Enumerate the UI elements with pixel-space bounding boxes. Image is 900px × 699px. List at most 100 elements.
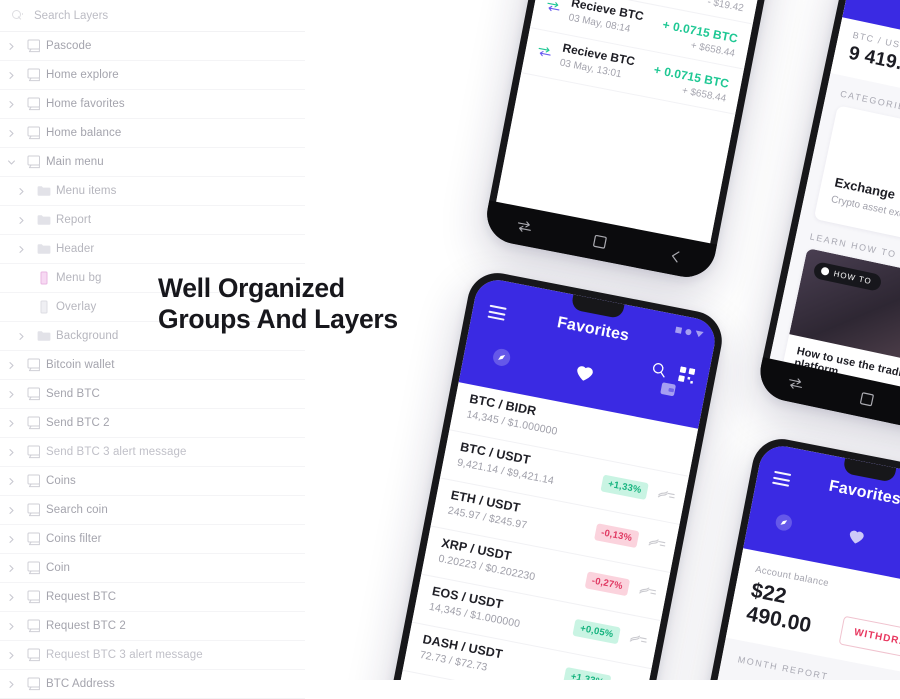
layer-row[interactable]: Request BTC 2 bbox=[0, 612, 305, 641]
layer-caret[interactable] bbox=[10, 245, 32, 254]
layer-caret[interactable] bbox=[0, 593, 22, 602]
list-item[interactable]: ETH / BTC0.026112 / $246.24-1,13% bbox=[393, 670, 643, 680]
layer-row[interactable]: Send BTC 2 bbox=[0, 409, 305, 438]
artboard-icon bbox=[27, 619, 40, 633]
layer-label: Pascode bbox=[46, 40, 92, 52]
table-row[interactable]: Recieve BTC 03 May, 13:01 + 0.0715 BTC + $6… bbox=[521, 27, 744, 115]
layer-row[interactable]: Pascode bbox=[0, 32, 305, 61]
header-actions[interactable] bbox=[649, 361, 696, 389]
layer-row[interactable]: Search coin bbox=[0, 496, 305, 525]
layer-row[interactable]: Send BTC bbox=[0, 380, 305, 409]
video-title: How to use the trading platform bbox=[793, 344, 900, 382]
layer-row[interactable]: Menu items bbox=[0, 177, 305, 206]
row-right: -0,27% bbox=[584, 564, 659, 601]
chevron-right-icon bbox=[8, 390, 14, 398]
hamburger-icon[interactable] bbox=[771, 470, 792, 490]
layer-caret[interactable] bbox=[0, 506, 22, 515]
artboard-icon bbox=[27, 648, 40, 662]
layer-row[interactable]: Send BTC 3 alert message bbox=[0, 438, 305, 467]
balance-title: Favorites bbox=[827, 477, 900, 509]
transfer-icon bbox=[788, 378, 802, 389]
category-card-exchange[interactable]: B Exchange Crypto asset exchange bbox=[813, 105, 900, 255]
layer-caret[interactable] bbox=[0, 477, 22, 486]
layer-row[interactable]: Coins bbox=[0, 467, 305, 496]
folder-icon bbox=[37, 244, 51, 254]
layer-caret[interactable] bbox=[0, 129, 22, 138]
list-item[interactable]: DASH / USDT 72.73 / $72.73 +1,33% bbox=[402, 622, 652, 680]
layer-caret[interactable] bbox=[0, 158, 22, 167]
layer-caret[interactable] bbox=[0, 361, 22, 370]
layer-row[interactable]: BTC Address bbox=[0, 670, 305, 699]
android-nav-bar-exchange[interactable] bbox=[754, 357, 900, 440]
table-row[interactable]: Send BTC10 May, 11:15- 0.002109 BTC- $19… bbox=[538, 0, 762, 25]
list-item[interactable]: BTC / USDT 9,421.14 / $9,421.14 +1,33% bbox=[439, 430, 689, 525]
search-layers-row[interactable] bbox=[0, 0, 305, 32]
transaction-list[interactable]: Send BTC11 July, 17:05- 0.043010 BTC- $3… bbox=[490, 0, 788, 274]
layer-caret[interactable] bbox=[10, 187, 32, 196]
list-item[interactable]: BTC / BIDR 14,345 / $1.000000 bbox=[449, 382, 699, 477]
list-item[interactable]: EOS / USDT 14,345 / $1.000000 +0,05% bbox=[411, 574, 661, 670]
search-input[interactable] bbox=[32, 8, 236, 23]
tx-amount: + 0.0715 BTC bbox=[661, 17, 739, 46]
layer-row[interactable]: Home favorites bbox=[0, 90, 305, 119]
account-balance-card: Account balance $22 490.00 WITHDRAW bbox=[725, 548, 900, 680]
tx-amount: + 0.0715 BTC bbox=[652, 62, 731, 91]
phone-balance-screen: Favorites Account balance $22 490.00 WIT… bbox=[680, 442, 900, 680]
layer-caret[interactable] bbox=[0, 71, 22, 80]
layer-caret[interactable] bbox=[0, 42, 22, 51]
layer-caret[interactable] bbox=[0, 535, 22, 544]
layer-row[interactable]: Bitcoin wallet bbox=[0, 351, 305, 380]
tab-explore-icon[interactable] bbox=[769, 507, 799, 537]
artboard-icon bbox=[27, 126, 40, 140]
table-row[interactable]: Recieve BTC 03 May, 08:14 + 0.0715 BTC + $6… bbox=[529, 0, 753, 70]
price-card: BTC / USDT 9 419.78 bbox=[830, 17, 900, 116]
row-right bbox=[686, 434, 687, 440]
how-to-badge: HOW TO bbox=[812, 260, 883, 292]
artboard-icon bbox=[22, 68, 46, 82]
tab-favorites-icon[interactable] bbox=[841, 521, 871, 551]
list-item[interactable]: XRP / USDT 0.20223 / $0.202230 -0,27% bbox=[421, 526, 671, 622]
layer-label: Request BTC bbox=[46, 591, 117, 603]
video-card[interactable]: HOW TO How to use the trading platform 1… bbox=[777, 247, 900, 427]
layer-caret[interactable] bbox=[10, 332, 32, 341]
layer-caret[interactable] bbox=[0, 651, 22, 660]
search-icon[interactable] bbox=[649, 361, 668, 383]
chevron-right-icon bbox=[18, 187, 24, 195]
layer-row[interactable]: Coin bbox=[0, 554, 305, 583]
change-chip: +0,05% bbox=[572, 618, 621, 644]
favorites-tabs[interactable] bbox=[461, 337, 707, 417]
hamburger-icon[interactable] bbox=[487, 304, 507, 324]
withdraw-button[interactable]: WITHDRAW bbox=[838, 615, 900, 662]
list-item[interactable]: ETH / USDT 245.97 / $245.97 -0,13% bbox=[430, 478, 680, 574]
tab-favorites-icon[interactable] bbox=[569, 358, 599, 388]
layer-caret[interactable] bbox=[0, 622, 22, 631]
layer-row[interactable]: Request BTC bbox=[0, 583, 305, 612]
layer-caret[interactable] bbox=[0, 100, 22, 109]
layer-row[interactable]: Request BTC 3 alert message bbox=[0, 641, 305, 670]
tab-explore-icon[interactable] bbox=[486, 342, 516, 372]
layer-row[interactable]: Coins filter bbox=[0, 525, 305, 554]
layer-row[interactable]: Report bbox=[0, 206, 305, 235]
layer-caret[interactable] bbox=[0, 419, 22, 428]
phone-transactions: Send BTC11 July, 17:05- 0.043010 BTC- $3… bbox=[482, 0, 796, 282]
sparkline-icon bbox=[656, 484, 676, 505]
layer-row[interactable]: Home explore bbox=[0, 61, 305, 90]
layer-row[interactable]: Main menu bbox=[0, 148, 305, 177]
layer-caret[interactable] bbox=[0, 390, 22, 399]
layer-row[interactable]: Header bbox=[0, 235, 305, 264]
pair-name: ETH / USDT bbox=[449, 487, 522, 516]
layer-row[interactable]: Home balance bbox=[0, 119, 305, 148]
layer-label: Background bbox=[56, 330, 119, 342]
balance-tabs[interactable] bbox=[745, 503, 900, 578]
android-nav-bar[interactable] bbox=[482, 200, 717, 282]
artboard-icon bbox=[22, 503, 46, 517]
favorites-list[interactable]: BTC / BIDR 14,345 / $1.000000 BTC / USDT 9,… bbox=[387, 382, 699, 680]
tab-wallet-icon[interactable] bbox=[653, 374, 683, 404]
layer-caret[interactable] bbox=[0, 564, 22, 573]
headline-line-1: Well Organized bbox=[158, 273, 345, 303]
layer-caret[interactable] bbox=[0, 680, 22, 689]
layer-caret[interactable] bbox=[0, 448, 22, 457]
layer-caret[interactable] bbox=[10, 216, 32, 225]
qr-code-icon[interactable] bbox=[677, 366, 696, 388]
search-icon bbox=[12, 10, 24, 21]
